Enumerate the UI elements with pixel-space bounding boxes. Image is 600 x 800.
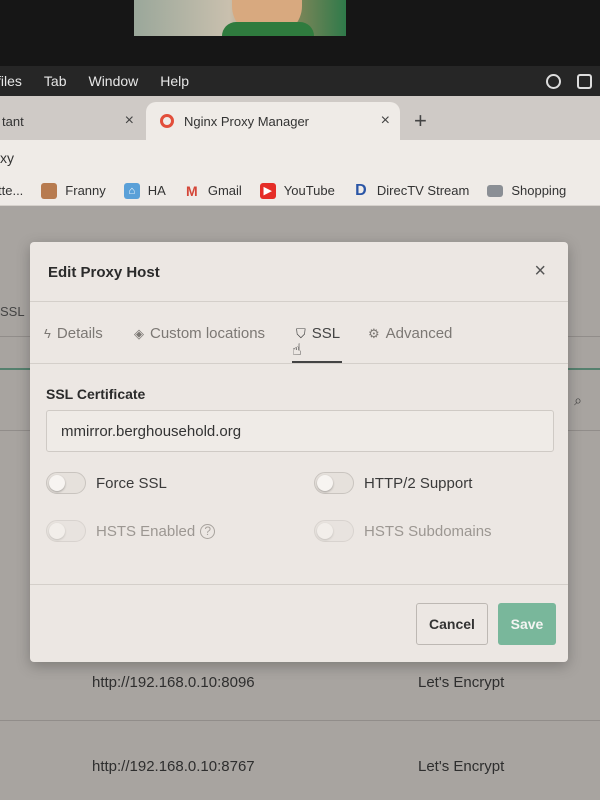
address-bar[interactable]: xy bbox=[0, 140, 600, 176]
address-text: xy bbox=[0, 150, 14, 166]
bookmark-directv[interactable]: D DirecTV Stream bbox=[353, 181, 470, 199]
status-window-icon[interactable] bbox=[577, 73, 592, 89]
franny-icon bbox=[41, 182, 58, 199]
bookmark-label: YouTube bbox=[283, 183, 335, 198]
hsts-subdomains-toggle-row: HSTS Subdomains bbox=[314, 520, 492, 542]
webcam-person-shirt bbox=[222, 22, 314, 36]
menu-bar: files Tab Window Help bbox=[0, 66, 600, 96]
webcam-strip bbox=[0, 0, 600, 66]
tab-advanced[interactable]: ⚙ Advanced bbox=[368, 325, 452, 342]
hsts-subdomains-toggle bbox=[314, 520, 354, 542]
browser-tab-strip: tant × Nginx Proxy Manager × + bbox=[0, 96, 600, 140]
browser-tab-nginx-proxy-manager[interactable]: Nginx Proxy Manager × bbox=[146, 102, 400, 140]
background-label: SSL bbox=[0, 304, 25, 319]
status-circle-icon[interactable] bbox=[546, 73, 561, 89]
tab-label: Nginx Proxy Manager bbox=[184, 113, 309, 129]
force-ssl-toggle[interactable] bbox=[46, 472, 86, 494]
modal-title: Edit Proxy Host bbox=[48, 264, 160, 281]
http2-support-toggle[interactable] bbox=[314, 472, 354, 494]
folder-icon bbox=[487, 184, 504, 197]
force-ssl-toggle-row[interactable]: Force SSL bbox=[46, 472, 167, 494]
menu-window[interactable]: Window bbox=[88, 73, 138, 89]
hand-cursor-icon: ☝ bbox=[292, 342, 302, 359]
menu-status-icons bbox=[546, 66, 600, 96]
home-assistant-icon: ⌂ bbox=[123, 182, 140, 199]
nginx-favicon-icon bbox=[160, 114, 174, 128]
hsts-subdomains-label: HSTS Subdomains bbox=[364, 522, 492, 540]
tab-label: Details bbox=[56, 325, 103, 342]
close-icon[interactable]: × bbox=[534, 260, 546, 283]
tab-label: SSL bbox=[311, 325, 341, 342]
youtube-icon: ▶ bbox=[259, 182, 276, 199]
modal-footer: Cancel Save bbox=[30, 584, 568, 662]
menu-tab[interactable]: Tab bbox=[44, 73, 67, 89]
bookmark-shopping[interactable]: Shopping bbox=[487, 183, 566, 198]
ssl-certificate-label: SSL Certificate bbox=[46, 386, 146, 402]
new-tab-button[interactable]: + bbox=[414, 108, 427, 134]
help-icon[interactable]: ? bbox=[200, 523, 216, 539]
bookmark-label: HA bbox=[147, 183, 166, 198]
gmail-icon: M bbox=[185, 182, 198, 199]
hsts-enabled-toggle bbox=[46, 520, 86, 542]
divider bbox=[0, 720, 600, 721]
tab-label: tant bbox=[2, 113, 24, 129]
bookmark-franny[interactable]: Franny bbox=[41, 182, 106, 199]
bookmark-label: DirecTV Stream bbox=[376, 183, 470, 198]
bolt-icon: ϟ bbox=[44, 326, 51, 341]
menu-help[interactable]: Help bbox=[160, 73, 189, 89]
search-icon: ⌕ bbox=[574, 392, 582, 408]
menu-files[interactable]: files bbox=[0, 73, 22, 89]
bookmark-label: Franny bbox=[65, 183, 106, 198]
bookmark-label: Gmail bbox=[207, 183, 242, 198]
cancel-button[interactable]: Cancel bbox=[416, 603, 488, 645]
directv-icon: D bbox=[355, 181, 367, 199]
ssl-certificate-select[interactable]: mmirror.berghousehold.org bbox=[46, 410, 554, 452]
bookmark-ha[interactable]: ⌂ HA bbox=[123, 182, 166, 199]
layers-icon: ◈ bbox=[134, 325, 144, 341]
bookmark-item[interactable]: tte... bbox=[0, 183, 23, 198]
http2-support-label: HTTP/2 Support bbox=[364, 474, 473, 492]
http2-toggle-row[interactable]: HTTP/2 Support bbox=[314, 472, 472, 494]
table-row-destination: http://192.168.0.10:8767 bbox=[92, 758, 255, 775]
modal-header: Edit Proxy Host × bbox=[30, 242, 568, 302]
force-ssl-label: Force SSL bbox=[96, 474, 167, 492]
table-row-destination: http://192.168.0.10:8096 bbox=[92, 674, 255, 691]
tab-label: Custom locations bbox=[150, 325, 266, 342]
tab-ssl[interactable]: ⛉ SSL bbox=[296, 325, 340, 342]
edit-proxy-host-modal: Edit Proxy Host × ϟ Details ◈ Custom loc… bbox=[30, 242, 568, 662]
tab-custom-locations[interactable]: ◈ Custom locations bbox=[134, 325, 265, 342]
save-button[interactable]: Save bbox=[498, 603, 556, 645]
active-tab-indicator bbox=[292, 361, 342, 363]
table-row-ssl: Let's Encrypt bbox=[418, 674, 505, 691]
bookmark-label: Shopping bbox=[511, 183, 567, 198]
bookmark-youtube[interactable]: ▶ YouTube bbox=[259, 182, 335, 199]
gear-icon: ⚙ bbox=[368, 325, 380, 341]
bookmark-gmail[interactable]: M Gmail bbox=[184, 183, 242, 199]
close-icon[interactable]: × bbox=[381, 112, 390, 130]
browser-tab-assistant[interactable]: tant × bbox=[0, 102, 144, 140]
table-row-ssl: Let's Encrypt bbox=[418, 758, 505, 775]
tab-details[interactable]: ϟ Details bbox=[44, 325, 103, 342]
bookmark-label: tte... bbox=[0, 183, 24, 198]
hsts-enabled-toggle-row: HSTS Enabled ? bbox=[46, 520, 216, 542]
bookmarks-bar: tte... Franny ⌂ HA M Gmail ▶ YouTube D D… bbox=[0, 176, 600, 206]
tab-label: Advanced bbox=[385, 325, 453, 342]
close-icon[interactable]: × bbox=[125, 112, 134, 130]
hsts-enabled-label: HSTS Enabled bbox=[96, 522, 196, 540]
